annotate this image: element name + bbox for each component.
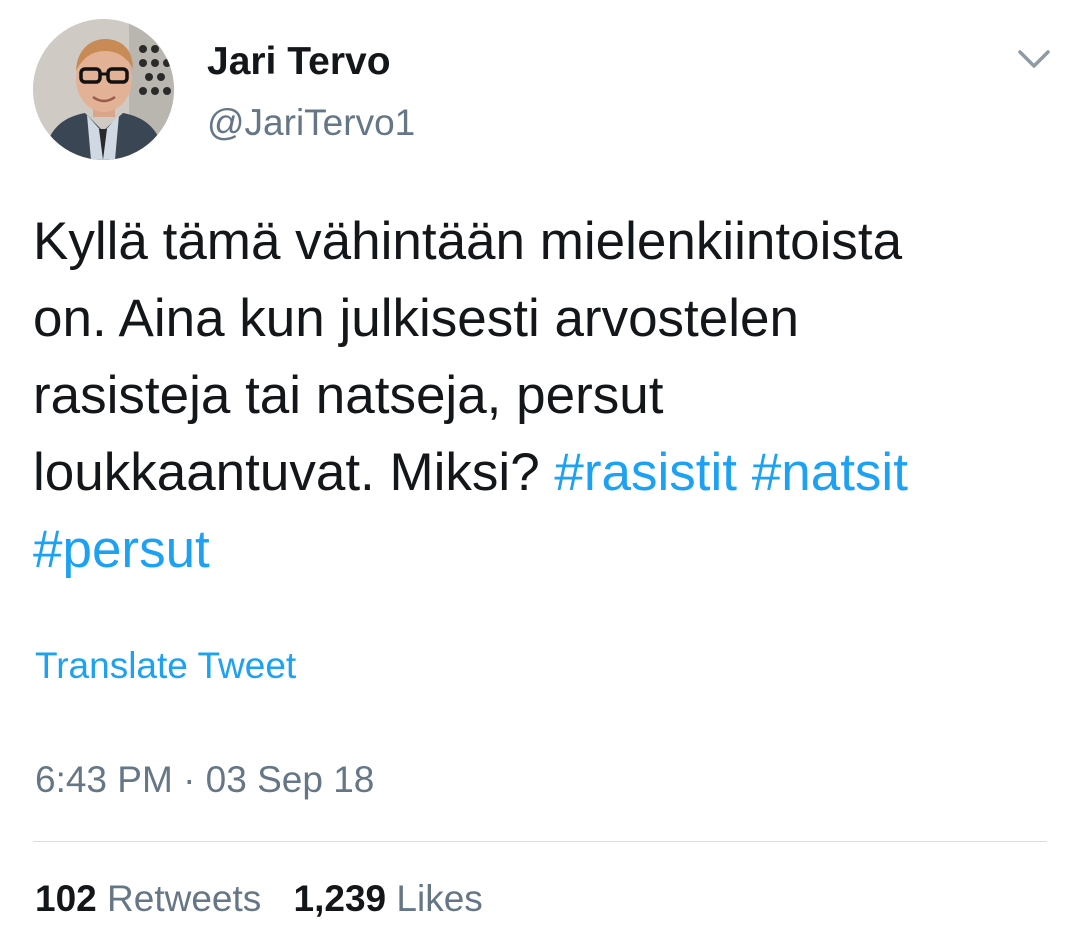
retweets-stat[interactable]: 102 Retweets: [35, 878, 261, 919]
translate-tweet-link[interactable]: Translate Tweet: [35, 645, 296, 687]
likes-stat[interactable]: 1,239 Likes: [294, 878, 483, 919]
avatar[interactable]: [33, 19, 174, 160]
divider: [33, 841, 1047, 842]
tweet-text: Kyllä tämä vähintään mielenkiintoista on…: [33, 203, 1063, 588]
tweet-text-line: on. Aina kun julkisesti arvostelen: [33, 289, 799, 348]
retweets-count: 102: [35, 878, 97, 919]
hashtag-link[interactable]: #persut: [33, 520, 210, 579]
avatar-image: [33, 19, 174, 160]
tweet-timestamp[interactable]: 6:43 PM · 03 Sep 18: [35, 759, 374, 801]
likes-count: 1,239: [293, 878, 387, 919]
hashtag-link[interactable]: #natsit: [752, 443, 908, 502]
hashtag-link[interactable]: #rasistit: [554, 443, 737, 502]
retweets-label: Retweets: [107, 878, 262, 919]
chevron-down-icon[interactable]: [1014, 44, 1054, 74]
tweet-stats: 102 Retweets 1,239 Likes: [35, 878, 505, 920]
author-display-name[interactable]: Jari Tervo: [207, 40, 391, 84]
tweet-text-line: Kyllä tämä vähintään mielenkiintoista: [33, 212, 903, 271]
tweet-text-line: rasisteja tai natseja, persut: [33, 366, 664, 425]
author-handle[interactable]: @JariTervo1: [207, 102, 415, 144]
likes-label: Likes: [396, 878, 483, 919]
tweet-text-line: loukkaantuvat. Miksi?: [33, 443, 540, 502]
